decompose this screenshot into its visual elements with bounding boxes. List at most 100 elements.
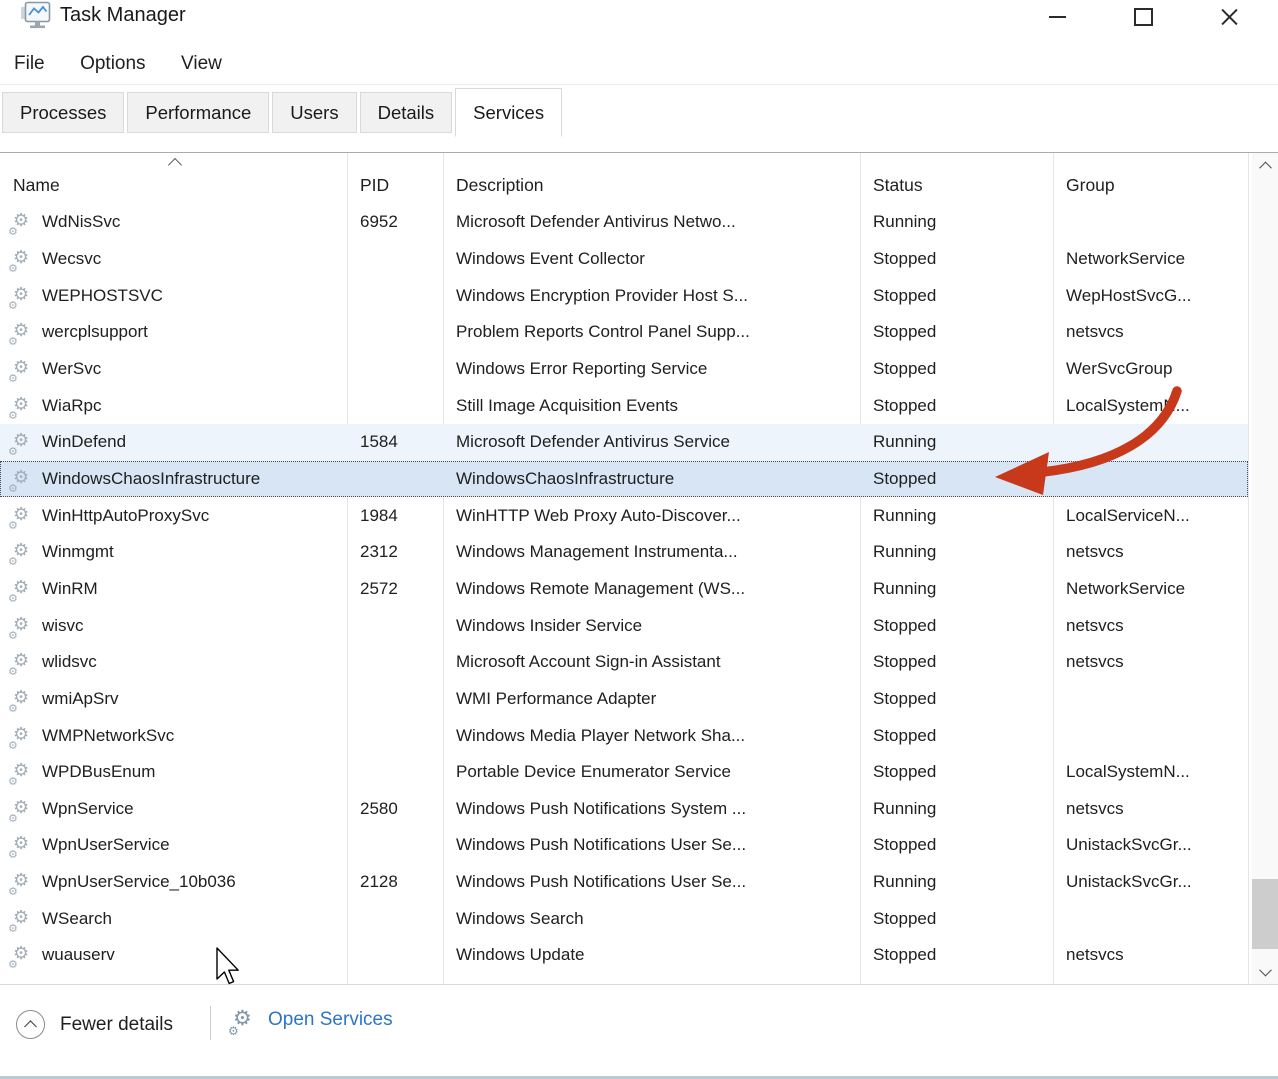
vertical-scrollbar[interactable] [1252,153,1278,984]
table-row[interactable]: ⚙⚙ WinDefend 1584 Microsoft Defender Ant… [0,424,1248,461]
header-status[interactable]: Status [860,153,1053,204]
service-group: netsvcs [1066,945,1124,964]
header-description[interactable]: Description [443,153,860,204]
table-row[interactable]: ⚙⚙ WdNisSvc 6952 Microsoft Defender Anti… [0,204,1248,241]
table-row[interactable]: ⚙⚙ WerSvc Windows Error Reporting Servic… [0,351,1248,388]
open-services-label: Open Services [268,1009,393,1031]
service-group: netsvcs [1066,542,1124,561]
header-group[interactable]: Group [1053,153,1248,204]
service-gear-icon: ⚙⚙ [10,723,37,749]
service-gear-icon: ⚙⚙ [10,686,37,712]
service-name: wmiApSrv [42,689,119,709]
table-row[interactable]: ⚙⚙ WEPHOSTSVC Windows Encryption Provide… [0,277,1248,314]
service-status: Running [873,212,936,231]
service-description: WMI Performance Adapter [456,689,656,708]
table-row[interactable]: ⚙⚙ WinHttpAutoProxySvc 1984 WinHTTP Web … [0,497,1248,534]
service-rows: ⚙⚙ WdNisSvc 6952 Microsoft Defender Anti… [0,204,1278,974]
service-description: Windows Search [456,909,584,928]
service-group: LocalServiceN... [1066,506,1190,525]
tab-services[interactable]: Services [455,88,562,137]
service-description: Microsoft Defender Antivirus Service [456,432,730,451]
scroll-down-button[interactable] [1252,958,1278,984]
service-group: LocalSystemN... [1066,396,1190,415]
service-gear-icon: ⚙⚙ [10,283,37,309]
service-gear-icon: ⚙⚙ [10,466,37,492]
service-name: WinHttpAutoProxySvc [42,506,209,526]
maximize-icon [1134,8,1153,26]
table-row[interactable]: ⚙⚙ wlidsvc Microsoft Account Sign-in Ass… [0,644,1248,681]
service-gear-icon: ⚙⚙ [10,576,37,602]
service-name: wlidsvc [42,652,97,672]
table-row[interactable]: ⚙⚙ WindowsChaosInfrastructure WindowsCha… [0,461,1248,498]
service-group: netsvcs [1066,322,1124,341]
service-group: WepHostSvcG... [1066,286,1191,305]
task-manager-app-icon [20,0,52,32]
table-row[interactable]: ⚙⚙ wercplsupport Problem Reports Control… [0,314,1248,351]
table-row[interactable]: ⚙⚙ WiaRpc Still Image Acquisition Events… [0,387,1248,424]
table-row[interactable]: ⚙⚙ WpnService 2580 Windows Push Notifica… [0,791,1248,828]
close-icon [1220,8,1239,27]
table-row[interactable]: ⚙⚙ WpnUserService Windows Push Notificat… [0,827,1248,864]
service-description: Still Image Acquisition Events [456,396,678,415]
service-pid: 6952 [360,212,398,231]
service-name: WinDefend [42,432,126,452]
service-description: Windows Update [456,945,585,964]
scrollbar-thumb[interactable] [1252,879,1278,949]
service-group: WerSvcGroup [1066,359,1172,378]
service-status: Stopped [873,322,936,341]
open-services-link[interactable]: ⚙⚙ Open Services [230,1006,393,1034]
footer-bar: Fewer details ⚙⚙ Open Services [0,986,1278,1076]
service-name: WPDBusEnum [42,762,155,782]
table-row[interactable]: ⚙⚙ WinRM 2572 Windows Remote Management … [0,571,1248,608]
service-name: WEPHOSTSVC [42,286,163,306]
table-row[interactable]: ⚙⚙ wuauserv Windows Update Stopped netsv… [0,937,1248,974]
service-description: Windows Insider Service [456,616,642,635]
table-row[interactable]: ⚙⚙ WMPNetworkSvc Windows Media Player Ne… [0,717,1248,754]
services-table: Name PID Description Status Group ⚙⚙ WdN… [0,152,1278,985]
service-status: Stopped [873,249,936,268]
tab-details[interactable]: Details [360,92,453,133]
service-status: Stopped [873,835,936,854]
service-gear-icon: ⚙⚙ [10,209,37,235]
services-gear-icon: ⚙⚙ [230,1006,260,1034]
table-row[interactable]: ⚙⚙ Wecsvc Windows Event Collector Stoppe… [0,241,1248,278]
minimize-icon [1049,16,1066,18]
service-status: Running [873,542,936,561]
tab-performance[interactable]: Performance [127,92,269,133]
service-name: WerSvc [42,359,101,379]
maximize-button[interactable] [1100,0,1186,34]
service-pid: 2580 [360,799,398,818]
tab-users[interactable]: Users [272,92,356,133]
service-status: Running [873,432,936,451]
table-row[interactable]: ⚙⚙ wisvc Windows Insider Service Stopped… [0,607,1248,644]
table-row[interactable]: ⚙⚙ Winmgmt 2312 Windows Management Instr… [0,534,1248,571]
scroll-up-button[interactable] [1252,153,1278,179]
service-gear-icon: ⚙⚙ [10,796,37,822]
table-row[interactable]: ⚙⚙ WpnUserService_10b036 2128 Windows Pu… [0,864,1248,901]
service-name: WpnUserService [42,835,170,855]
service-name: WiaRpc [42,396,102,416]
service-name: WpnUserService_10b036 [42,872,236,892]
menu-bar: File Options View [0,45,1278,85]
service-gear-icon: ⚙⚙ [10,429,37,455]
fewer-details-button[interactable]: Fewer details [16,1010,173,1039]
menu-options[interactable]: Options [80,45,145,83]
tab-processes[interactable]: Processes [2,92,124,133]
service-description: Windows Event Collector [456,249,645,268]
minimize-button[interactable] [1014,0,1100,34]
service-description: Windows Push Notifications User Se... [456,872,746,891]
service-name: wuauserv [42,945,115,965]
table-row[interactable]: ⚙⚙ WSearch Windows Search Stopped [0,900,1248,937]
service-status: Stopped [873,909,936,928]
menu-file[interactable]: File [14,45,45,83]
service-description: Windows Push Notifications User Se... [456,835,746,854]
service-status: Stopped [873,616,936,635]
header-pid[interactable]: PID [347,153,443,204]
service-name: WindowsChaosInfrastructure [42,469,260,489]
menu-view[interactable]: View [181,45,222,83]
service-status: Running [873,872,936,891]
table-row[interactable]: ⚙⚙ wmiApSrv WMI Performance Adapter Stop… [0,681,1248,718]
table-row[interactable]: ⚙⚙ WPDBusEnum Portable Device Enumerator… [0,754,1248,791]
close-button[interactable] [1186,0,1272,34]
service-pid: 1584 [360,432,398,451]
